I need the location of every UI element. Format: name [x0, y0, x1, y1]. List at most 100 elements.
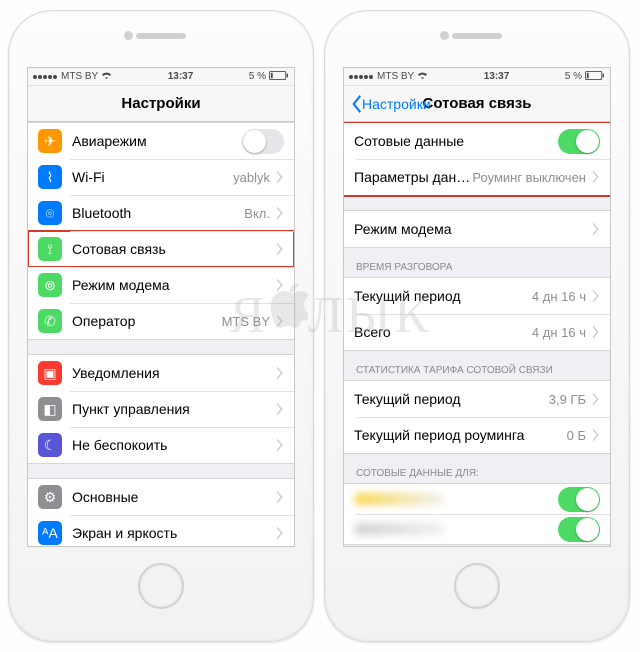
row-label: Сотовые данные [354, 133, 558, 149]
group-hotspot: Режим модема [344, 210, 610, 248]
settings-list[interactable]: ✈Авиарежим⌇Wi-Fiyablyk ⌾ BluetoothВкл. ⟟Сот… [28, 122, 294, 546]
home-button[interactable] [138, 563, 184, 609]
screen-right: MTS BY 13:37 5 % Настройки [343, 67, 611, 547]
navbar: Настройки Сотовая связь [344, 86, 610, 122]
row-icon: ▣ [38, 361, 62, 385]
settings-row[interactable]: ⚙ Основные [28, 479, 294, 515]
row-icon: ◧ [38, 397, 62, 421]
row-label: Авиарежим [72, 133, 242, 149]
status-bar: MTS BY 13:37 5 % [344, 68, 610, 86]
battery-icon [269, 71, 289, 83]
row-detail: yablyk [233, 170, 270, 185]
group-connectivity: ✈Авиарежим⌇Wi-Fiyablyk ⌾ BluetoothВкл. ⟟Сот… [28, 122, 294, 340]
row-label: Оператор [72, 313, 222, 329]
settings-row[interactable]: Текущий период4 дн 16 ч [344, 278, 610, 314]
row-label: Wi-Fi [72, 169, 233, 185]
chevron-right-icon [276, 315, 284, 327]
row-label: Текущий период [354, 391, 549, 407]
phone-left: MTS BY 13:37 5 % Настройки ✈Авиарежим⌇Wi… [8, 10, 314, 642]
chevron-right-icon [276, 279, 284, 291]
app-row-blurred[interactable] [344, 484, 610, 514]
row-detail: 4 дн 16 ч [532, 289, 586, 304]
back-button[interactable]: Настройки [350, 95, 431, 113]
row-icon: ⚙ [38, 485, 62, 509]
chevron-right-icon [276, 491, 284, 503]
camera-hole [440, 31, 449, 40]
row-label: Всего [354, 324, 532, 340]
app-toggle[interactable] [558, 487, 600, 512]
home-button[interactable] [454, 563, 500, 609]
settings-row[interactable]: ▣ Уведомления [28, 355, 294, 391]
chevron-right-icon [276, 439, 284, 451]
row-label: Режим модема [354, 221, 592, 237]
chevron-right-icon [276, 207, 284, 219]
app-toggle[interactable] [558, 517, 600, 542]
page-title: Сотовая связь [422, 95, 531, 112]
clock: 13:37 [428, 71, 565, 82]
row-detail: 4 дн 16 ч [532, 325, 586, 340]
carrier-label: MTS BY [377, 71, 414, 82]
cellular-list[interactable]: Сотовые данные Параметры данныхРоуминг вы… [344, 122, 610, 546]
app-row-blurred[interactable] [344, 514, 610, 544]
chevron-right-icon [276, 527, 284, 539]
chevron-right-icon [592, 326, 600, 338]
row-label: Параметры данных [354, 169, 472, 185]
row-label: Текущий период роуминга [354, 427, 567, 443]
carrier-label: MTS BY [61, 71, 98, 82]
settings-row[interactable]: Всего4 дн 16 ч [344, 314, 610, 350]
signal-dots-icon [33, 71, 58, 82]
screen-left: MTS BY 13:37 5 % Настройки ✈Авиарежим⌇Wi… [27, 67, 295, 547]
settings-row[interactable]: ☾ Не беспокоить [28, 427, 294, 463]
settings-row[interactable]: Текущий период3,9 ГБ [344, 381, 610, 417]
toggle[interactable] [558, 129, 600, 154]
settings-row[interactable]: ◧ Пункт управления [28, 391, 294, 427]
group-apps [344, 483, 610, 545]
speaker-grill [136, 33, 186, 39]
settings-row[interactable]: Параметры данныхРоуминг выключен [344, 159, 610, 195]
chevron-right-icon [276, 367, 284, 379]
row-detail: Вкл. [244, 206, 270, 221]
section-header-stats: Статистика тарифа сотовой связи [344, 351, 610, 380]
group-data-stats: Текущий период3,9 ГБТекущий период роуми… [344, 380, 610, 454]
row-label: Bluetooth [72, 205, 244, 221]
settings-row[interactable]: ✈Авиарежим [28, 123, 294, 159]
settings-row[interactable]: ᴬA Экран и яркость [28, 515, 294, 546]
settings-row[interactable]: ⌾ BluetoothВкл. [28, 195, 294, 231]
settings-row[interactable]: Текущий период роуминга0 Б [344, 417, 610, 453]
back-label: Настройки [362, 96, 431, 112]
group-notifications: ▣ Уведомления ◧ Пункт управления ☾ Не беспоко… [28, 354, 294, 464]
row-label: Экран и яркость [72, 525, 276, 541]
wifi-icon [417, 71, 428, 83]
chevron-right-icon [592, 223, 600, 235]
chevron-right-icon [592, 171, 600, 183]
settings-row[interactable]: ✆ОператорMTS BY [28, 303, 294, 339]
settings-row[interactable]: ⌇Wi-Fiyablyk [28, 159, 294, 195]
row-detail: 0 Б [567, 428, 586, 443]
row-detail: Роуминг выключен [472, 170, 586, 185]
settings-row[interactable]: Сотовые данные [344, 123, 610, 159]
group-cellular-data: Сотовые данные Параметры данныхРоуминг вы… [344, 122, 610, 196]
row-label: Уведомления [72, 365, 276, 381]
speaker-grill [452, 33, 502, 39]
battery-label: 5 % [249, 71, 266, 82]
chevron-right-icon [592, 429, 600, 441]
row-icon: ᴬA [38, 521, 62, 545]
toggle[interactable] [242, 129, 284, 154]
row-icon: ☾ [38, 433, 62, 457]
settings-row[interactable]: ⊚Режим модема [28, 267, 294, 303]
group-general: ⚙ОсновныеᴬAЭкран и яркость❀Обои [28, 478, 294, 546]
chevron-right-icon [276, 171, 284, 183]
row-icon: ✆ [38, 309, 62, 333]
row-icon: ⊚ [38, 273, 62, 297]
chevron-right-icon [592, 290, 600, 302]
group-call-time: Текущий период4 дн 16 чВсего4 дн 16 ч [344, 277, 610, 351]
row-icon: ⌾ [38, 201, 62, 225]
wifi-icon [101, 71, 112, 83]
battery-icon [585, 71, 605, 83]
settings-row[interactable]: Режим модема [344, 211, 610, 247]
row-label: Основные [72, 489, 276, 505]
row-label: Не беспокоить [72, 437, 276, 453]
clock: 13:37 [112, 71, 249, 82]
settings-row[interactable]: ⟟Сотовая связь [28, 231, 294, 267]
row-label: Пункт управления [72, 401, 276, 417]
